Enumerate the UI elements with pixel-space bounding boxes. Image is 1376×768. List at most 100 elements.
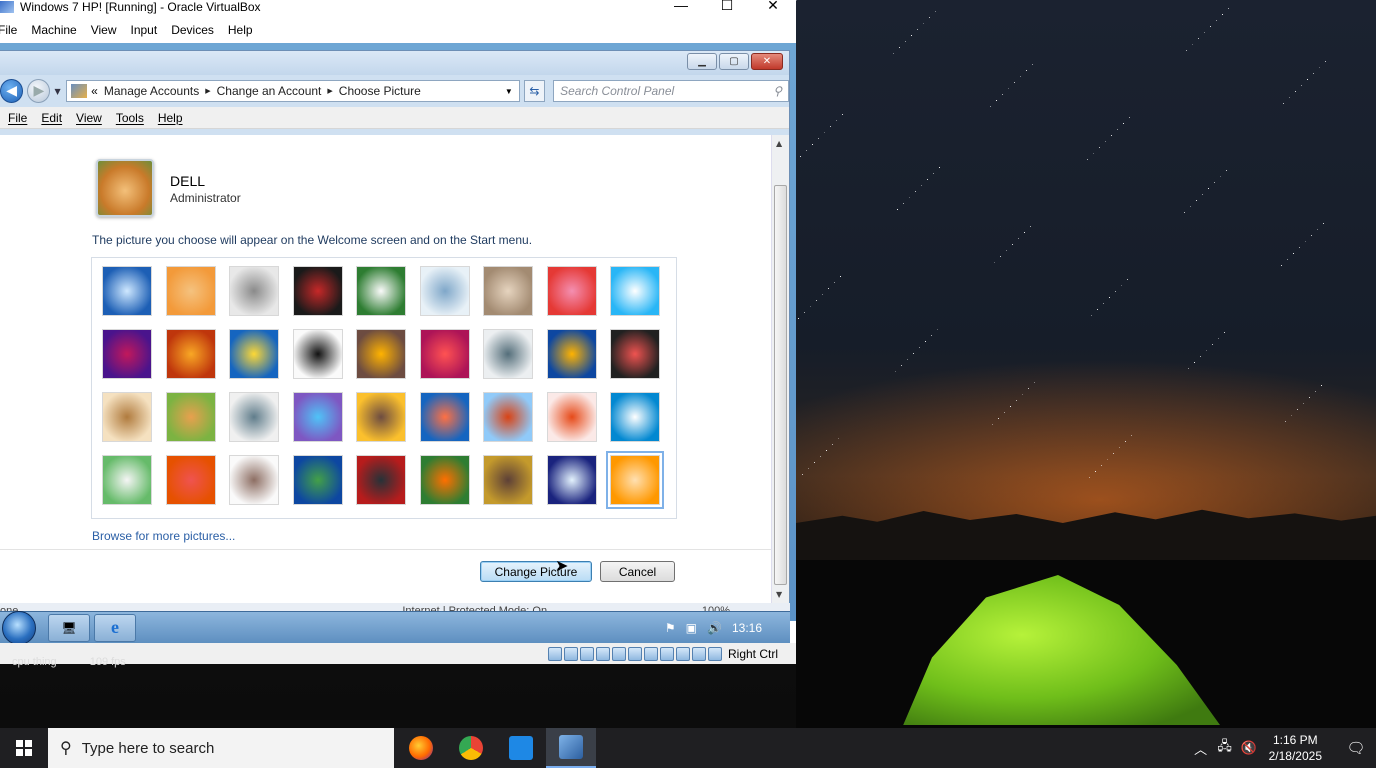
network-icon[interactable]: 🖧 bbox=[1213, 737, 1237, 759]
taskbar-virtualbox[interactable] bbox=[546, 728, 596, 768]
vbox-menu-input[interactable]: Input bbox=[131, 23, 158, 37]
start-button[interactable] bbox=[0, 728, 48, 768]
address-dropdown-icon[interactable]: ▼ bbox=[505, 87, 513, 96]
picture-rug[interactable] bbox=[165, 455, 216, 505]
picture-vinyl[interactable] bbox=[292, 266, 343, 316]
browse-more-link[interactable]: Browse for more pictures... bbox=[92, 529, 235, 543]
picture-guitar[interactable] bbox=[102, 392, 152, 442]
shared-folder-icon[interactable] bbox=[627, 646, 642, 661]
vbox-menu-file[interactable]: File bbox=[0, 23, 17, 37]
picture-stairs[interactable] bbox=[546, 329, 597, 379]
recent-pages-dropdown[interactable]: ▼ bbox=[54, 87, 62, 96]
cp-minimize-button[interactable]: ▁ bbox=[687, 53, 717, 70]
picture-red-star[interactable] bbox=[419, 329, 470, 379]
audio-icon[interactable] bbox=[579, 646, 594, 661]
picture-sunflower[interactable] bbox=[356, 392, 406, 442]
recording-icon[interactable] bbox=[659, 646, 674, 661]
win7-taskbar-control-panel[interactable]: 🖥 bbox=[48, 613, 90, 642]
vbox-menu-help[interactable]: Help bbox=[228, 23, 253, 37]
picture-shell[interactable] bbox=[483, 455, 533, 505]
taskbar-vscode[interactable] bbox=[496, 728, 546, 768]
cp-menu-view[interactable]: View bbox=[76, 111, 102, 125]
vertical-scrollbar[interactable]: ▲ ▼ bbox=[771, 135, 789, 603]
taskbar-firefox[interactable] bbox=[396, 728, 446, 768]
win7-start-orb[interactable] bbox=[2, 610, 36, 645]
picture-frame[interactable] bbox=[292, 455, 343, 505]
win7-clock[interactable]: 13:16 bbox=[732, 621, 762, 635]
picture-lucky-cat[interactable] bbox=[356, 266, 406, 316]
picture-orange-flower[interactable] bbox=[606, 451, 664, 509]
picture-balloon[interactable] bbox=[483, 392, 533, 442]
hdd-icon[interactable] bbox=[547, 646, 562, 661]
picture-lantern[interactable] bbox=[546, 455, 597, 505]
picture-butterfly[interactable] bbox=[419, 455, 470, 505]
vbox-menu-view[interactable]: View bbox=[91, 23, 117, 37]
cp-menu-tools[interactable]: Tools bbox=[116, 111, 144, 125]
refresh-button[interactable]: ⇆ bbox=[523, 80, 546, 102]
breadcrumb-prefix[interactable]: « bbox=[91, 84, 98, 98]
win7-volume-icon[interactable]: 🔊 bbox=[707, 621, 722, 635]
picture-origami[interactable] bbox=[610, 329, 660, 379]
picture-gyroscope[interactable] bbox=[419, 266, 470, 316]
keyboard-icon[interactable] bbox=[707, 646, 722, 661]
picture-pomeranian[interactable] bbox=[165, 392, 216, 442]
cp-maximize-button[interactable]: ▢ bbox=[719, 53, 749, 70]
search-input[interactable]: Search Control Panel ⚲ bbox=[553, 80, 789, 102]
search-icon[interactable]: ⚲ bbox=[773, 84, 782, 98]
breadcrumb-separator-icon[interactable]: ▶ bbox=[327, 87, 332, 95]
picture-fish[interactable] bbox=[419, 392, 470, 442]
picture-marbles[interactable] bbox=[229, 455, 279, 505]
address-box[interactable]: « Manage Accounts ▶ Change an Account ▶ … bbox=[66, 80, 520, 102]
win7-network-icon[interactable]: ▣ bbox=[686, 621, 697, 635]
picture-flower-pink[interactable] bbox=[546, 266, 597, 316]
chevron-up-icon[interactable]: ︿ bbox=[1189, 739, 1213, 758]
notifications-icon[interactable]: 🗨 bbox=[1336, 739, 1376, 757]
breadcrumb-choose-picture[interactable]: Choose Picture bbox=[339, 84, 421, 98]
volume-muted-icon[interactable]: 🔇 bbox=[1237, 740, 1261, 756]
mouse-icon[interactable] bbox=[691, 646, 706, 661]
picture-soccer[interactable] bbox=[102, 455, 152, 505]
picture-robot-figure[interactable] bbox=[229, 266, 279, 316]
change-picture-button[interactable]: Change Picture bbox=[480, 561, 592, 582]
scroll-down-icon[interactable]: ▼ bbox=[776, 590, 782, 599]
cpu-icon[interactable] bbox=[675, 646, 690, 661]
picture-jacks[interactable] bbox=[483, 329, 533, 379]
taskbar-chrome[interactable] bbox=[446, 728, 496, 768]
close-button[interactable]: ✕ bbox=[750, 0, 796, 16]
cp-close-button[interactable]: ✕ bbox=[751, 53, 783, 70]
picture-ball[interactable] bbox=[102, 329, 152, 379]
picture-roller-coaster[interactable] bbox=[102, 266, 152, 316]
display-icon[interactable] bbox=[643, 646, 658, 661]
scroll-thumb[interactable] bbox=[774, 185, 787, 585]
vbox-menu-devices[interactable]: Devices bbox=[171, 23, 214, 37]
win7-flag-icon[interactable]: ⚑ bbox=[665, 621, 676, 635]
cp-menu-edit[interactable]: Edit bbox=[41, 111, 62, 125]
picture-pattern[interactable] bbox=[356, 455, 406, 505]
clock[interactable]: 1:16 PM 2/18/2025 bbox=[1269, 732, 1322, 764]
picture-scarf[interactable] bbox=[292, 392, 343, 442]
usb-icon[interactable] bbox=[611, 646, 626, 661]
taskbar-search-box[interactable]: ⚲ Type here to search bbox=[48, 728, 394, 768]
breadcrumb-manage-accounts[interactable]: Manage Accounts bbox=[104, 84, 199, 98]
win7-taskbar-ie[interactable]: e bbox=[94, 613, 136, 642]
picture-pinwheel[interactable] bbox=[610, 266, 660, 316]
picture-starfish[interactable] bbox=[165, 266, 216, 316]
minimize-button[interactable]: — bbox=[658, 0, 704, 16]
picture-fabric[interactable] bbox=[165, 329, 216, 379]
picture-leaf[interactable] bbox=[229, 329, 279, 379]
cp-menu-help[interactable]: Help bbox=[158, 111, 183, 125]
picture-doll[interactable] bbox=[546, 392, 597, 442]
picture-crayons[interactable] bbox=[356, 329, 406, 379]
vbox-menu-machine[interactable]: Machine bbox=[31, 23, 76, 37]
picture-kitten[interactable] bbox=[483, 266, 533, 316]
cp-menu-file[interactable]: File bbox=[8, 111, 27, 125]
breadcrumb-separator-icon[interactable]: ▶ bbox=[205, 87, 210, 95]
picture-toy-robot[interactable] bbox=[229, 392, 279, 442]
back-button[interactable]: ◀ bbox=[0, 79, 24, 103]
maximize-button[interactable]: ☐ bbox=[704, 0, 750, 16]
cancel-button[interactable]: Cancel bbox=[600, 561, 675, 582]
optical-icon[interactable] bbox=[563, 646, 578, 661]
picture-dog-bw[interactable] bbox=[292, 329, 343, 379]
scroll-up-icon[interactable]: ▲ bbox=[776, 139, 782, 148]
breadcrumb-change-account[interactable]: Change an Account bbox=[217, 84, 322, 98]
